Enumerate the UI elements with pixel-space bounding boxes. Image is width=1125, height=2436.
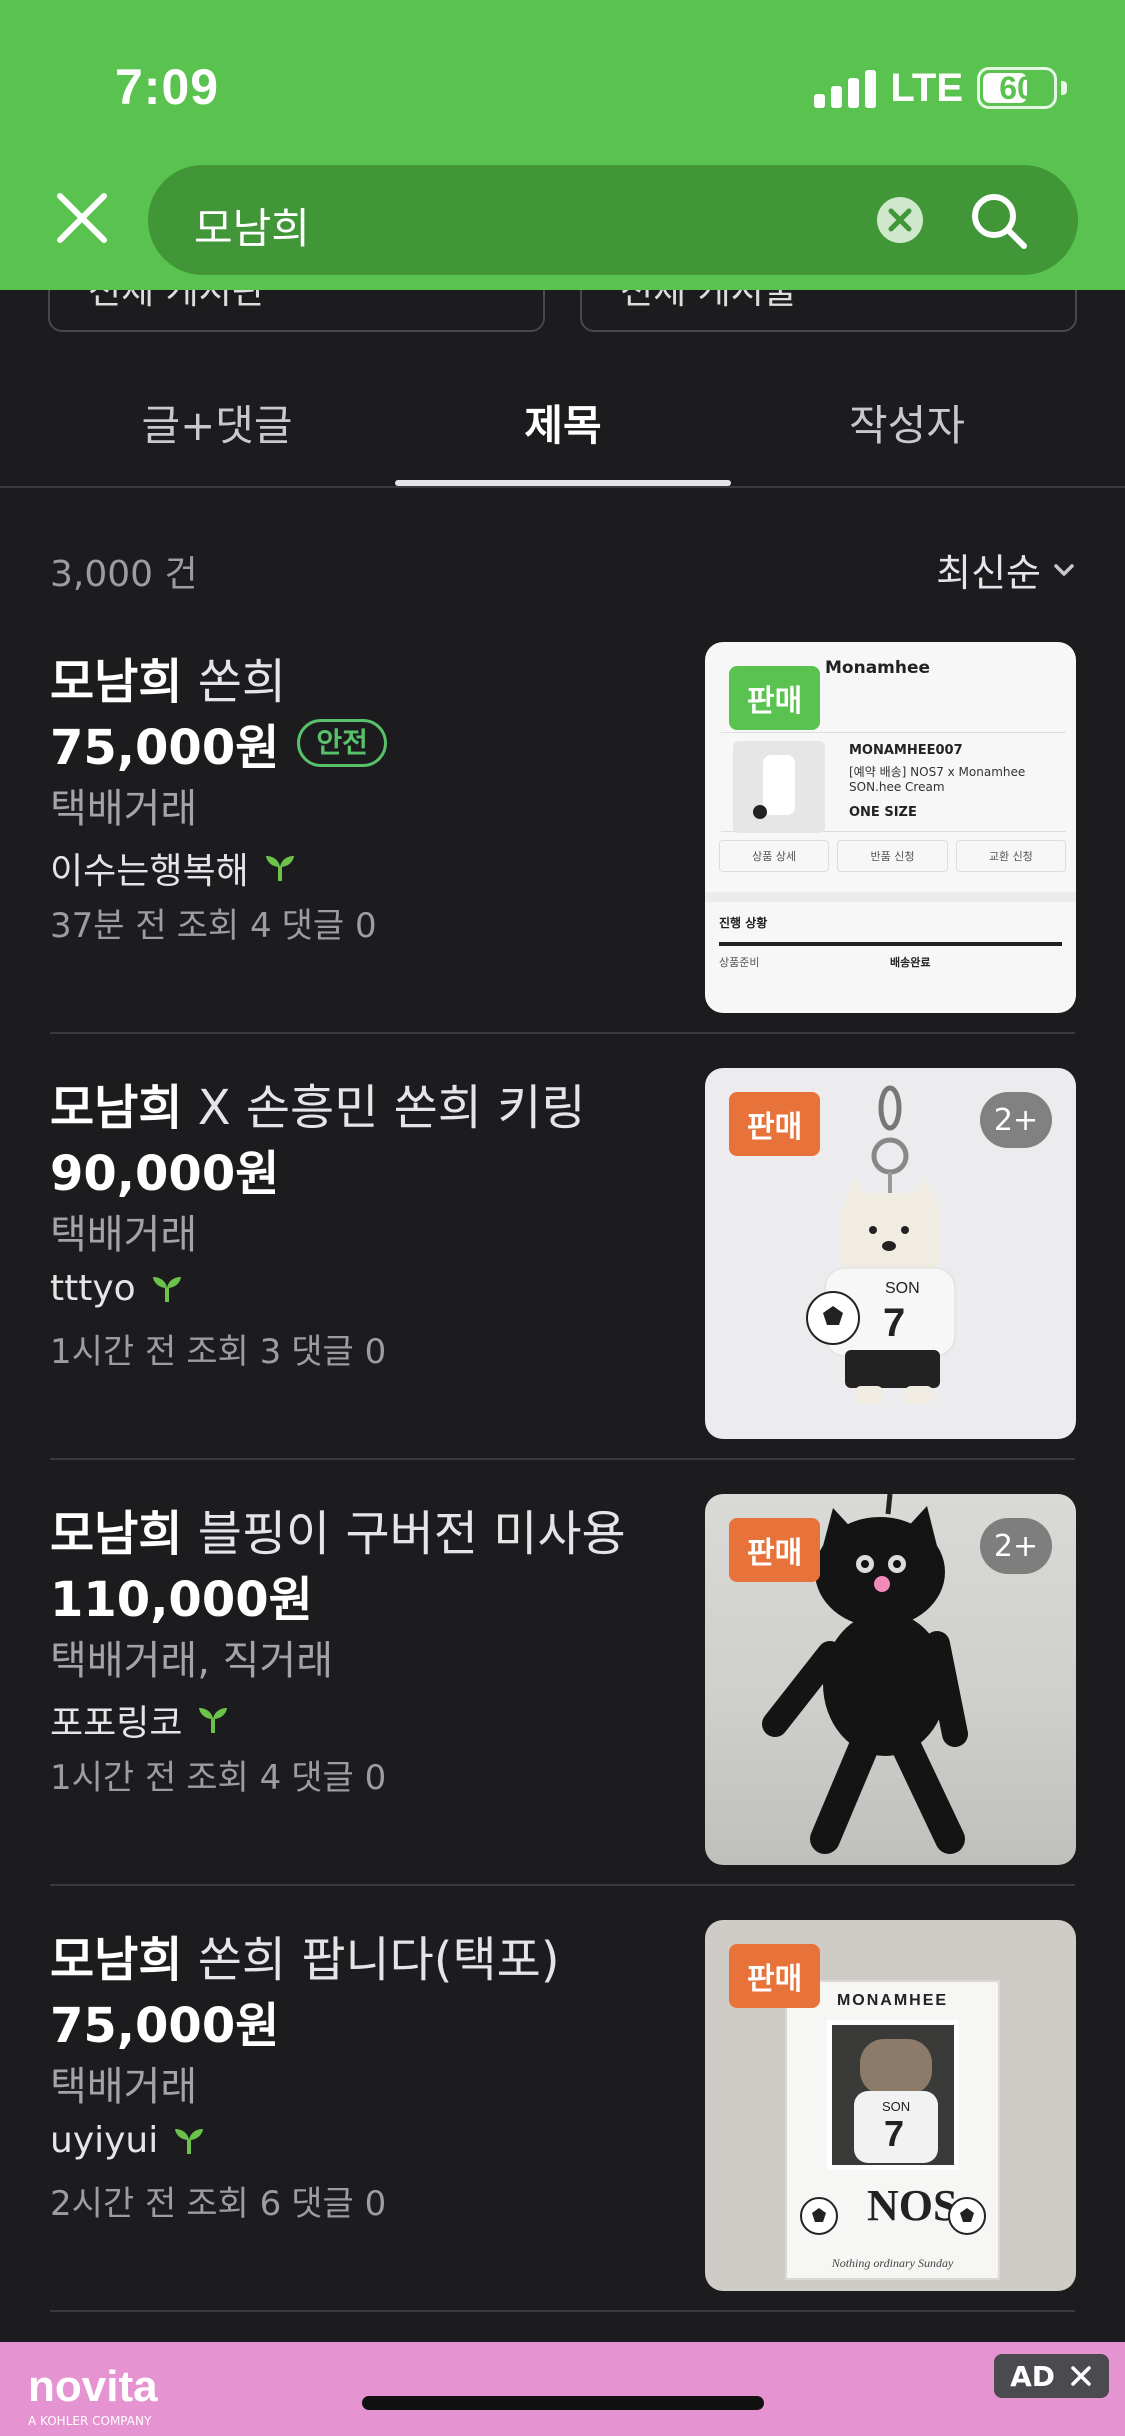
item-title: 모남희 쏜희 (50, 654, 287, 710)
item-meta: 37분 전 조회 4 댓글 0 (50, 906, 377, 946)
seller: tttyo (50, 1268, 184, 1309)
ad-subtitle: A KOHLER COMPANY (28, 2414, 152, 2428)
ad-brand: novita (28, 2362, 158, 2411)
item-thumbnail: 판매 Monamhee MONAMHEE007 [예약 배송] NOS7 x M… (705, 642, 1076, 1013)
box-window: SON 7 (827, 2020, 959, 2170)
result-count: 3,000 건 (50, 554, 198, 595)
signal-icon (814, 68, 877, 108)
close-icon[interactable] (52, 188, 112, 248)
top-header: 7:09 LTE 60 모남희 (0, 0, 1125, 290)
tab-post-comment[interactable]: 글+댓글 (141, 392, 292, 453)
trade-method: 택배거래, 직거래 (50, 1638, 334, 1684)
chevron-down-icon (1054, 563, 1074, 576)
ad-label: AD (1010, 2359, 1055, 2393)
close-icon (1071, 2366, 1091, 2386)
thumb-line1: [예약 배송] NOS7 x Monamhee (849, 765, 1026, 779)
seller: 포포링코 (50, 1694, 230, 1746)
item-price: 90,000원 (50, 1146, 280, 1202)
sprout-icon (175, 2128, 204, 2154)
search-icon[interactable] (968, 190, 1030, 252)
thumb-code: MONAMHEE007 (849, 743, 963, 758)
tab-author[interactable]: 작성자 (849, 392, 965, 453)
item-divider (50, 2310, 1075, 2312)
item-title: 모남희 쏜희 팝니다(택포) (50, 1932, 560, 1988)
item-price: 75,000원 안전 (50, 708, 387, 778)
safe-payment-badge: 안전 (297, 719, 387, 767)
trade-method: 택배거래 (50, 2064, 198, 2110)
battery-icon: 60 (977, 67, 1057, 109)
active-tab-indicator (395, 480, 731, 486)
tab-title[interactable]: 제목 (524, 392, 601, 453)
network-label: LTE (890, 65, 963, 110)
thumb-line2: SON.hee Cream (849, 780, 945, 794)
sale-badge: 판매 (729, 666, 821, 730)
item-title: 모남희 X 손흥민 쏜희 키링 (50, 1080, 586, 1136)
item-price: 110,000원 (50, 1572, 313, 1628)
seller: 이수는행복해 (50, 842, 297, 894)
svg-text:SON: SON (885, 1280, 920, 1297)
ad-close-button[interactable]: AD (994, 2354, 1109, 2398)
svg-text:7: 7 (883, 1301, 905, 1345)
box-logo: NOS (867, 2181, 958, 2230)
item-title: 모남희 블핑이 구버전 미사용 (50, 1506, 626, 1562)
home-indicator (362, 2396, 764, 2410)
status-time: 7:09 (115, 59, 220, 115)
trade-method: 택배거래 (50, 786, 198, 832)
search-tabs: 글+댓글 제목 작성자 (0, 370, 1125, 488)
sale-badge: 판매 (729, 1518, 821, 1582)
item-meta: 1시간 전 조회 3 댓글 0 (50, 1332, 387, 1372)
list-item[interactable]: 모남희 쏜희 75,000원 안전 택배거래 이수는행복해 37분 전 조회 4댓… (0, 608, 1125, 1034)
soccer-ball-icon (948, 2197, 986, 2235)
thumb-status-title: 진행 상황 (719, 916, 768, 930)
item-meta: 2시간 전 조회 6 댓글 0 (50, 2184, 387, 2224)
trade-method: 택배거래 (50, 1212, 198, 1258)
product-box: MONAMHEE SON 7 NOS Nothing ordinary Sund… (785, 1980, 1000, 2280)
search-bar[interactable]: 모남희 (148, 165, 1078, 275)
battery-level: 60 (999, 69, 1035, 106)
sort-label: 최신순 (936, 551, 1041, 595)
list-item[interactable]: 모남희 쏜희 팝니다(택포) 75,000원 택배거래 uyiyui 2시간 전… (0, 1886, 1125, 2312)
clear-search-icon[interactable] (876, 196, 924, 244)
box-tagline: Nothing ordinary Sunday (831, 2256, 954, 2270)
battery-tip (1061, 81, 1067, 95)
list-item[interactable]: 모남희 X 손흥민 쏜희 키링 90,000원 택배거래 tttyo 1시간 전… (0, 1034, 1125, 1460)
status-indicators: LTE 60 (814, 64, 1067, 112)
list-item[interactable]: 모남희 블핑이 구버전 미사용 110,000원 택배거래, 직거래 포포링코 … (0, 1460, 1125, 1886)
thumb-brand: Monamhee (825, 658, 931, 678)
sale-badge: 판매 (729, 1944, 821, 2008)
sprout-icon (199, 1708, 228, 1733)
ad-banner[interactable]: novita A KOHLER COMPANY AD (0, 2342, 1125, 2436)
sprout-icon (265, 856, 294, 881)
item-thumbnail: 판매 2+ (705, 1494, 1076, 1865)
thumb-buttons: 상품 상세 반품 신청 교환 신청 (719, 840, 1066, 872)
item-thumbnail: 판매 MONAMHEE SON 7 NOS Nothing ordinary S… (705, 1920, 1076, 2291)
search-input[interactable]: 모남희 (194, 195, 310, 256)
item-price: 75,000원 (50, 1998, 280, 2054)
result-list: 모남희 쏜희 75,000원 안전 택배거래 이수는행복해 37분 전 조회 4댓… (0, 608, 1125, 2338)
seller: uyiyui (50, 2120, 206, 2161)
sale-badge: 판매 (729, 1092, 821, 1156)
thumb-order-card: MONAMHEE007 [예약 배송] NOS7 x Monamhee SON.… (721, 732, 1066, 833)
item-meta: 1시간 전 조회 4 댓글 0 (50, 1758, 387, 1798)
sort-dropdown[interactable]: 최신순 (936, 542, 1077, 597)
item-thumbnail: 판매 2+ SON 7 (705, 1068, 1076, 1439)
more-images-badge: 2+ (980, 1518, 1052, 1574)
sprout-icon (152, 1276, 181, 1302)
more-images-badge: 2+ (980, 1092, 1052, 1148)
soccer-ball-icon (800, 2197, 838, 2235)
thumb-size: ONE SIZE (849, 805, 917, 820)
thumb-product-image (733, 741, 825, 833)
